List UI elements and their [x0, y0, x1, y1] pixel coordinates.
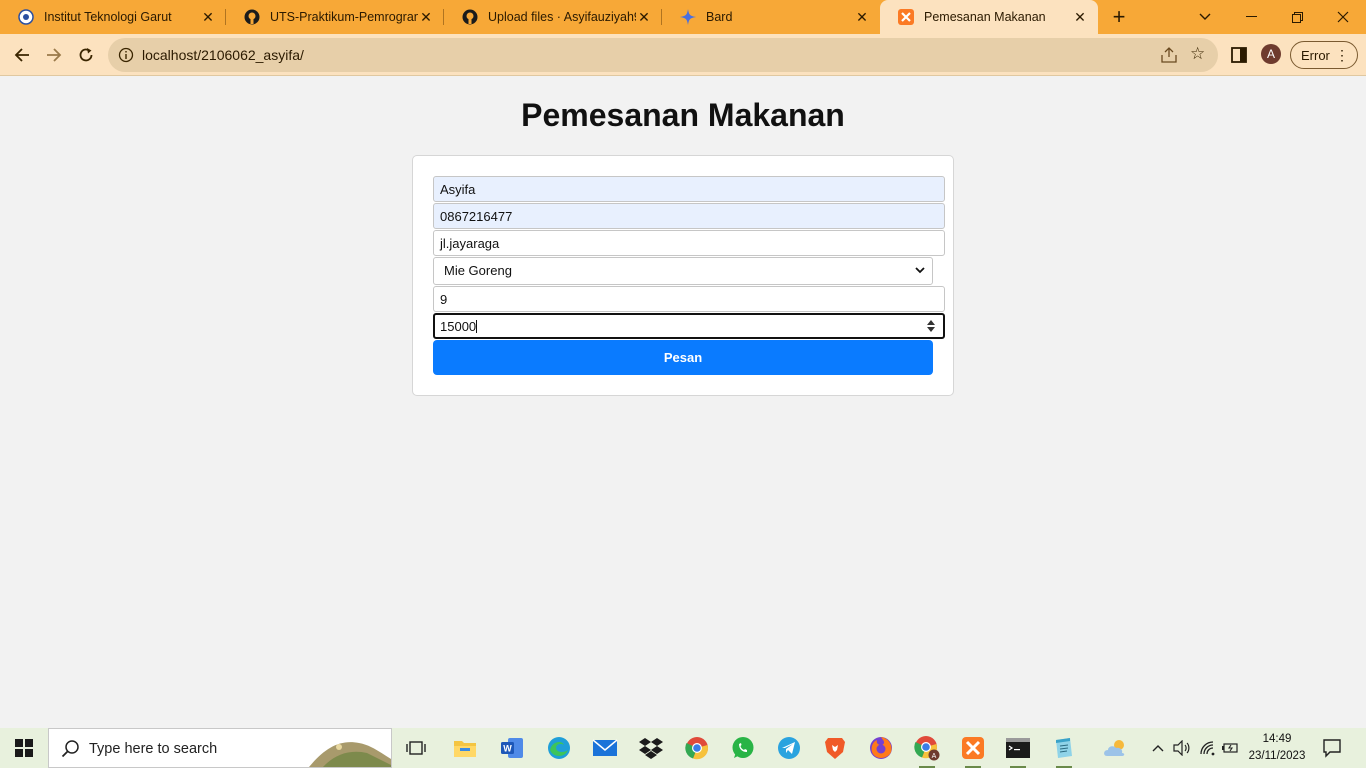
close-tab-icon[interactable]: ✕ — [200, 9, 216, 25]
tab-pemesanan-makanan[interactable]: Pemesanan Makanan ✕ — [880, 0, 1098, 34]
price-value: 15000 — [440, 319, 477, 334]
close-tab-icon[interactable]: ✕ — [1072, 9, 1088, 25]
bookmark-star-icon[interactable]: ☆ — [1190, 45, 1208, 63]
profile-avatar[interactable]: A — [1261, 44, 1281, 64]
address-value: jl.jayaraga — [440, 236, 500, 251]
file-explorer-icon[interactable] — [451, 734, 479, 762]
chevron-down-icon — [914, 264, 926, 276]
tab-upload-files[interactable]: Upload files · Asyifauziyah99 ✕ — [444, 0, 662, 34]
page-viewport: Pemesanan Makanan Asyifa 0867216477 jl.j… — [0, 77, 1366, 728]
telegram-icon[interactable] — [775, 734, 803, 762]
search-placeholder: Type here to search — [89, 741, 218, 757]
battery-icon[interactable] — [1220, 728, 1240, 768]
word-icon[interactable]: W — [498, 734, 526, 762]
forward-button[interactable] — [40, 41, 68, 69]
phone-value: 0867216477 — [440, 209, 513, 224]
page-title: Pemesanan Makanan — [521, 97, 845, 133]
clock-date: 23/11/2023 — [1248, 750, 1306, 762]
error-menu-button[interactable]: Error ⋮ — [1290, 41, 1358, 69]
address-input[interactable]: jl.jayaraga — [433, 230, 945, 256]
edge-icon[interactable] — [545, 734, 573, 762]
text-caret — [476, 320, 478, 333]
show-hidden-icons-chevron-icon[interactable] — [1148, 728, 1168, 768]
tab-title: Institut Teknologi Garut — [44, 10, 172, 24]
tab-title: Upload files · Asyifauziyah99 — [488, 10, 636, 24]
task-view-icon[interactable] — [402, 734, 430, 762]
tab-institut-teknologi-garut[interactable]: Institut Teknologi Garut ✕ — [0, 0, 226, 34]
tab-title: Bard — [706, 10, 733, 24]
name-input[interactable]: Asyifa — [433, 176, 945, 202]
new-tab-button[interactable]: + — [1107, 4, 1131, 29]
notepad-icon[interactable] — [1050, 734, 1078, 768]
pesan-submit-button[interactable]: Pesan — [433, 340, 933, 375]
clock-time: 14:49 — [1262, 733, 1292, 745]
mail-icon[interactable] — [591, 734, 619, 762]
tab-bard[interactable]: Bard ✕ — [662, 0, 880, 34]
itg-logo-icon — [18, 9, 34, 25]
tab-search-chevron-icon[interactable] — [1182, 0, 1228, 34]
firefox-icon[interactable] — [867, 734, 895, 762]
svg-text:W: W — [503, 744, 512, 754]
menu-selected-value: Mie Goreng — [444, 263, 512, 278]
minimize-button[interactable] — [1228, 0, 1274, 34]
dropbox-icon[interactable] — [637, 734, 665, 762]
more-menu-icon: ⋮ — [1335, 47, 1349, 63]
reload-button[interactable] — [72, 41, 100, 69]
weather-cloud-icon[interactable] — [1100, 728, 1132, 768]
browser-toolbar: localhost/2106062_asyifa/ ☆ A Error ⋮ — [0, 34, 1366, 76]
quantity-value: 9 — [440, 292, 448, 307]
error-label: Error — [1301, 47, 1330, 63]
price-input[interactable]: 15000 — [433, 313, 945, 339]
brave-icon[interactable] — [821, 734, 849, 762]
name-value: Asyifa — [440, 182, 476, 197]
bard-sparkle-icon — [680, 9, 696, 25]
xampp-icon — [898, 9, 914, 25]
number-spinner-icon[interactable] — [927, 318, 935, 334]
address-url: localhost/2106062_asyifa/ — [142, 47, 304, 63]
tab-title: UTS-Praktikum-Pemrograma — [270, 10, 418, 24]
share-icon[interactable] — [1160, 46, 1178, 64]
close-tab-icon[interactable]: ✕ — [854, 9, 870, 25]
chrome-icon[interactable] — [683, 734, 711, 762]
close-window-button[interactable] — [1320, 0, 1366, 34]
svg-text:A: A — [932, 753, 937, 760]
menu-select[interactable]: Mie Goreng — [433, 257, 933, 285]
github-icon — [244, 9, 260, 25]
taskbar-clock[interactable]: 14:49 23/11/2023 — [1240, 731, 1314, 765]
back-button[interactable] — [8, 41, 36, 69]
restore-button[interactable] — [1274, 0, 1320, 34]
chrome-profile-icon[interactable]: A — [913, 734, 941, 768]
whatsapp-icon[interactable] — [729, 734, 757, 762]
close-tab-icon[interactable]: ✕ — [418, 9, 434, 25]
quantity-input[interactable]: 9 — [433, 286, 945, 312]
address-bar[interactable]: localhost/2106062_asyifa/ ☆ — [108, 38, 1218, 72]
windows-start-icon[interactable] — [0, 728, 48, 768]
github-icon — [462, 9, 478, 25]
site-info-icon[interactable] — [118, 47, 134, 63]
close-tab-icon[interactable]: ✕ — [636, 9, 652, 25]
tab-title: Pemesanan Makanan — [924, 10, 1046, 24]
terminal-icon[interactable] — [1004, 734, 1032, 768]
xampp-icon[interactable] — [959, 734, 987, 768]
taskbar-search-box[interactable]: Type here to search — [48, 728, 392, 768]
volume-icon[interactable] — [1172, 728, 1192, 768]
search-highlight-illustration — [309, 729, 391, 767]
tab-uts-praktikum[interactable]: UTS-Praktikum-Pemrograma ✕ — [226, 0, 444, 34]
side-panel-icon[interactable] — [1230, 46, 1248, 64]
phone-input[interactable]: 0867216477 — [433, 203, 945, 229]
browser-tab-strip: Institut Teknologi Garut ✕ UTS-Praktikum… — [0, 0, 1366, 34]
notification-center-icon[interactable] — [1322, 738, 1342, 758]
windows-taskbar: Type here to search W A 14:49 23/11/2023 — [0, 728, 1366, 768]
order-form-card: Asyifa 0867216477 jl.jayaraga Mie Goreng… — [412, 155, 954, 396]
search-icon — [61, 739, 81, 759]
network-icon[interactable] — [1198, 728, 1218, 768]
